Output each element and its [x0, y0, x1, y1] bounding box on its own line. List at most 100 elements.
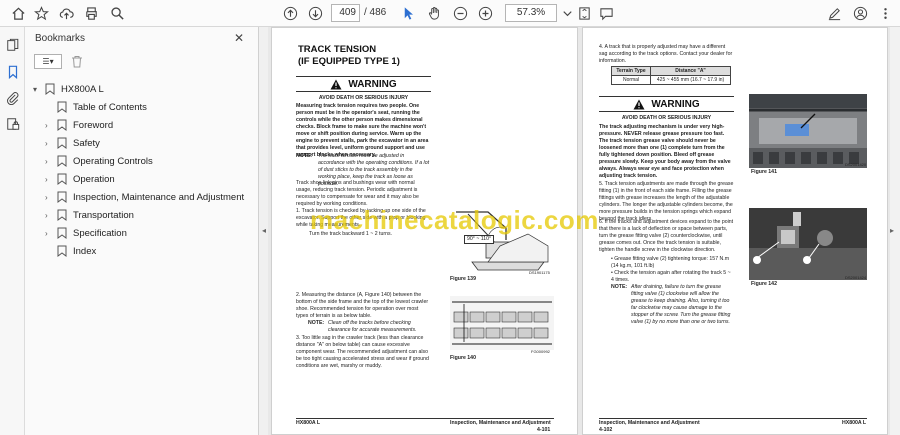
bookmark-item-operating-controls[interactable]: › Operating Controls [45, 153, 153, 169]
bookmark-icon [57, 227, 67, 239]
delete-bookmark-icon[interactable] [71, 55, 83, 68]
collapse-panel-arrow-icon[interactable]: ◂ [262, 226, 266, 235]
main-toolbar: 409 / 486 57.3% [0, 0, 900, 27]
bookmark-star-icon[interactable] [32, 4, 50, 22]
footer-page-number: 4-102 [599, 427, 613, 433]
bookmark-item-label: Safety [73, 137, 100, 149]
bookmark-icon [57, 119, 67, 131]
chevron-right-icon[interactable]: › [45, 121, 55, 130]
bookmark-icon [57, 209, 67, 221]
warning-title: WARNING [651, 98, 700, 110]
note-label: NOTE: [308, 320, 325, 326]
bookmark-root[interactable]: ▾ HX800A L [33, 81, 104, 97]
footer-model: HX800A L [296, 420, 321, 426]
figure-code: DS1901175 [529, 270, 550, 275]
close-panel-icon[interactable]: ✕ [234, 31, 244, 45]
hand-tool-icon[interactable] [425, 4, 443, 22]
figure-caption: Figure 140 [450, 355, 476, 361]
warning-banner: WARNING [296, 76, 431, 92]
chevron-right-icon[interactable]: › [45, 139, 55, 148]
step-3: 3. Too little sag in the crawler track (… [296, 335, 429, 370]
document-viewport: TRACK TENSION (IF EQUIPPED TYPE 1) WARNI… [268, 27, 890, 435]
figure-caption: Figure 142 [751, 281, 777, 287]
chevron-right-icon[interactable]: › [45, 211, 55, 220]
bullet-item: • Grease fitting valve (2) tightening to… [611, 256, 730, 270]
figure-140-track-shoes [448, 292, 556, 354]
attachment-paperclip-icon[interactable] [4, 89, 21, 106]
home-icon[interactable] [9, 4, 27, 22]
zoom-dropdown-chevron-icon[interactable] [558, 4, 576, 22]
chevron-right-icon[interactable]: › [45, 175, 55, 184]
bookmark-icon [57, 173, 67, 185]
more-options-icon[interactable] [876, 4, 894, 22]
chevron-down-icon[interactable]: ▾ [33, 85, 43, 94]
table-cell: 425 ~ 455 mm (16.7 ~ 17.9 in) [650, 75, 731, 85]
select-cursor-icon[interactable] [399, 4, 417, 22]
bookmark-item-label: Foreword [73, 119, 114, 131]
warning-triangle-icon [330, 79, 342, 89]
note-label: NOTE: [296, 153, 313, 159]
bookmark-item-specification[interactable]: › Specification [45, 225, 127, 241]
chevron-right-icon[interactable]: › [45, 157, 55, 166]
bullet-item: • Check the tension again after rotating… [611, 270, 731, 284]
warning-title: WARNING [348, 78, 397, 90]
figure-code: DS2001420 [845, 162, 867, 167]
footer-section: Inspection, Maintenance and Adjustment [599, 420, 700, 426]
step-5: 5. Track tension adjustments are made th… [599, 181, 734, 223]
user-account-icon[interactable] [851, 4, 869, 22]
watermark-text: machinecatalogic.com [310, 205, 599, 235]
chevron-right-icon[interactable]: › [45, 193, 55, 202]
search-icon[interactable] [108, 4, 126, 22]
bookmark-item-label: Operating Controls [73, 155, 153, 167]
bookmark-item-foreword[interactable]: › Foreword [45, 117, 113, 133]
previous-page-icon[interactable] [281, 4, 299, 22]
step-2: 2. Measuring the distance (A, Figure 140… [296, 292, 429, 320]
footer-divider [296, 418, 554, 419]
table-header: Terrain Type [610, 66, 652, 76]
bookmark-item-label: Index [73, 245, 97, 257]
footer-divider [599, 418, 867, 419]
note-label: NOTE: [611, 284, 628, 290]
figure-code: FG000992 [531, 349, 550, 354]
print-icon[interactable] [82, 4, 100, 22]
fit-page-icon[interactable] [575, 4, 593, 22]
section-heading-sub: (IF EQUIPPED TYPE 1) [298, 56, 400, 67]
section-heading: TRACK TENSION [298, 44, 377, 55]
bookmark-root-label: HX800A L [61, 83, 104, 95]
next-page-icon[interactable] [306, 4, 324, 22]
page-thumbnails-icon[interactable] [4, 36, 21, 53]
bookmark-item-table-of-contents[interactable]: Table of Contents [45, 99, 147, 115]
table-header: Distance "A" [650, 66, 731, 76]
expand-right-panel-arrow-icon[interactable]: ▸ [890, 226, 894, 235]
bookmark-item-operation[interactable]: › Operation [45, 171, 115, 187]
bookmark-item-inspection-maintenance[interactable]: › Inspection, Maintenance and Adjustment [45, 189, 244, 205]
bookmark-icon [57, 155, 67, 167]
warning-body: The track adjusting mechanism is under v… [599, 124, 731, 180]
paragraph: Track shoe link pins and bushings wear w… [296, 180, 419, 208]
sign-pen-icon[interactable] [825, 4, 843, 22]
zoom-in-icon[interactable] [476, 4, 494, 22]
tension-table: Terrain Type Distance "A" Normal 425 ~ 455… [610, 66, 731, 85]
bookmark-item-label: Transportation [73, 209, 134, 221]
footer-page-number: 4-101 [537, 427, 551, 433]
bookmark-icon [57, 245, 67, 257]
bookmark-options-dropdown[interactable]: ☰▾ [34, 54, 62, 69]
comment-icon[interactable] [597, 4, 615, 22]
angle-label: 90° ~ 110° [464, 235, 495, 245]
chevron-right-icon[interactable]: › [45, 229, 55, 238]
warning-subtitle: AVOID DEATH OR SERIOUS INJURY [621, 115, 712, 121]
security-lock-icon[interactable] [4, 115, 21, 132]
page-number-input[interactable]: 409 [331, 4, 360, 22]
step-4: 4. A track that is properly adjusted may… [599, 44, 733, 65]
bookmark-item-index[interactable]: Index [45, 243, 96, 259]
bookmark-item-safety[interactable]: › Safety [45, 135, 100, 151]
bookmark-item-transportation[interactable]: › Transportation [45, 207, 134, 223]
step-6: 6. If the tracks and adjustment devices … [599, 219, 734, 254]
warning-body: Measuring track tension requires two peo… [296, 103, 429, 159]
figure-142-grease-valve-photo [749, 208, 867, 280]
zoom-out-icon[interactable] [451, 4, 469, 22]
bookmarks-panel-icon[interactable] [4, 63, 21, 80]
note-text: Clean off the tracks before checking cle… [328, 320, 417, 334]
upload-cloud-icon[interactable] [57, 4, 75, 22]
zoom-level-input[interactable]: 57.3% [505, 4, 557, 22]
